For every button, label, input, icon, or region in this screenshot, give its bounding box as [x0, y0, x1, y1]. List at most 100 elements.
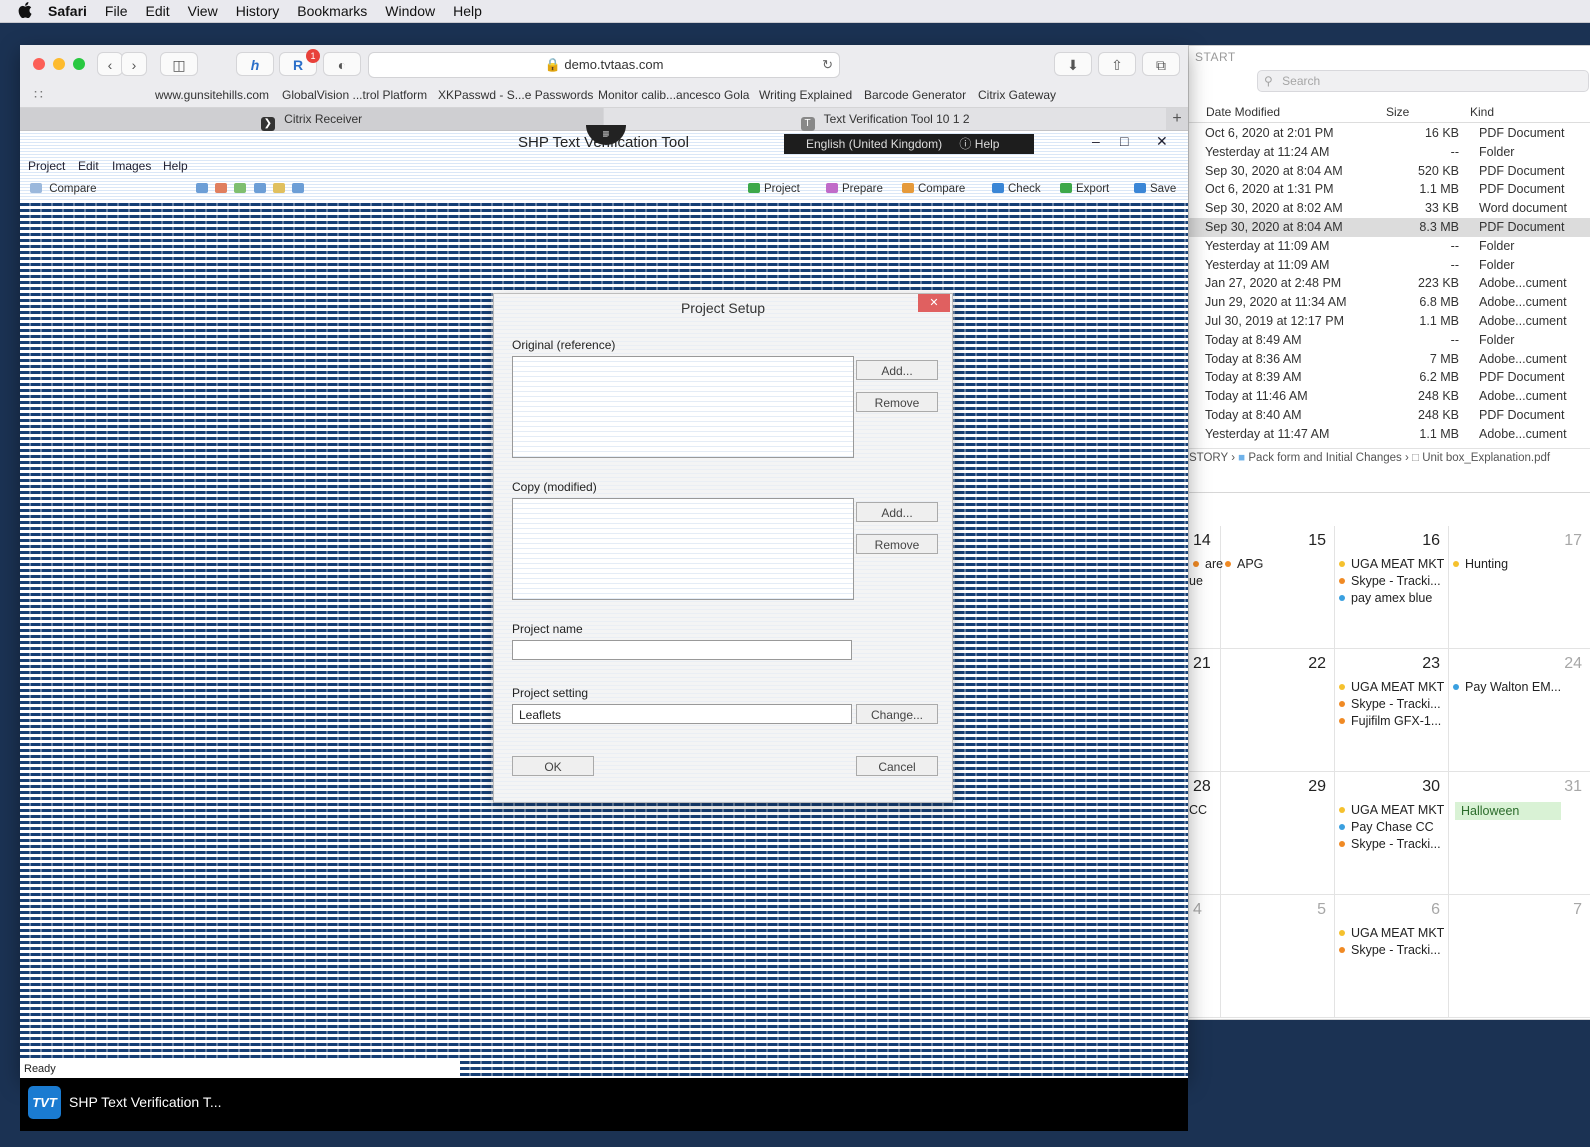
- sidebar-button[interactable]: ◫: [160, 52, 198, 76]
- copy-file-list[interactable]: [512, 498, 854, 600]
- calendar-day-cell[interactable]: 24 Pay Walton EM...: [1449, 649, 1590, 772]
- finder-search-field[interactable]: ⚲ Search: [1257, 70, 1589, 92]
- calendar-event[interactable]: are: [1193, 557, 1223, 571]
- share-button[interactable]: ⇧: [1098, 52, 1136, 76]
- calendar-event[interactable]: CC: [1189, 803, 1207, 817]
- calendar-day-cell[interactable]: 7: [1449, 895, 1590, 1018]
- finder-row[interactable]: Today at 8:36 AM 7 MB Adobe...cument: [1189, 350, 1590, 369]
- finder-row[interactable]: Yesterday at 11:47 AM 1.1 MB Adobe...cumen…: [1189, 425, 1590, 444]
- menu-view[interactable]: View: [188, 3, 218, 19]
- app-menu-images[interactable]: Images: [112, 159, 151, 173]
- toolbar-check[interactable]: Check: [992, 183, 1041, 195]
- privacy-report-button[interactable]: ◐: [323, 52, 361, 76]
- menu-file[interactable]: File: [105, 3, 128, 19]
- apple-menu-icon[interactable]: [18, 1, 34, 21]
- cancel-button[interactable]: Cancel: [856, 756, 938, 776]
- calendar-holiday[interactable]: Halloween: [1455, 802, 1561, 820]
- calendar-day-cell[interactable]: 14 are ue: [1189, 526, 1223, 649]
- original-add-button[interactable]: Add...: [856, 360, 938, 380]
- calendar-day-cell[interactable]: 16 UGA MEAT MKT Skype - Tracki... pay amex …: [1335, 526, 1449, 649]
- calendar-day-cell[interactable]: 15 APG: [1221, 526, 1335, 649]
- calendar-event[interactable]: UGA MEAT MKT: [1339, 926, 1444, 940]
- calendar-event[interactable]: pay amex blue: [1339, 591, 1432, 605]
- help-link[interactable]: Help: [975, 137, 1000, 151]
- calendar-day-cell[interactable]: 22: [1221, 649, 1335, 772]
- copy-add-button[interactable]: Add...: [856, 502, 938, 522]
- finder-row[interactable]: Oct 6, 2020 at 1:31 PM 1.1 MB PDF Document: [1189, 180, 1590, 199]
- calendar-day-cell[interactable]: 28 CC: [1189, 772, 1221, 895]
- toolbar-project[interactable]: Project: [748, 183, 800, 195]
- path-item[interactable]: Pack form and Initial Changes: [1248, 452, 1401, 464]
- taskbar-app-name[interactable]: SHP Text Verification T...: [69, 1094, 222, 1110]
- menu-window[interactable]: Window: [385, 3, 435, 19]
- ok-button[interactable]: OK: [512, 756, 594, 776]
- toolbar-compare[interactable]: Compare: [902, 183, 965, 195]
- calendar-day-cell[interactable]: 31 Halloween: [1449, 772, 1590, 895]
- original-remove-button[interactable]: Remove: [856, 392, 938, 412]
- maximize-app-icon[interactable]: □: [1120, 133, 1128, 149]
- finder-row[interactable]: Today at 11:46 AM 248 KB Adobe...cument: [1189, 387, 1590, 406]
- menu-bookmarks[interactable]: Bookmarks: [297, 3, 367, 19]
- finder-row[interactable]: Today at 8:39 AM 6.2 MB PDF Document: [1189, 368, 1590, 387]
- toolbar-save[interactable]: Save: [1134, 183, 1176, 195]
- original-file-list[interactable]: [512, 356, 854, 458]
- calendar-event[interactable]: Skype - Tracki...: [1339, 574, 1441, 588]
- finder-row[interactable]: Sep 30, 2020 at 8:02 AM 33 KB Word documen…: [1189, 199, 1590, 218]
- calendar-event[interactable]: Skype - Tracki...: [1339, 837, 1441, 851]
- calendar-event[interactable]: UGA MEAT MKT: [1339, 680, 1444, 694]
- calendar-day-cell[interactable]: 17 Hunting: [1449, 526, 1590, 649]
- finder-row[interactable]: Jan 27, 2020 at 2:48 PM 223 KB Adobe...cum…: [1189, 274, 1590, 293]
- favorite-link[interactable]: Barcode Generator: [864, 88, 966, 102]
- calendar-day-cell[interactable]: 5: [1221, 895, 1335, 1018]
- forward-button[interactable]: ›: [121, 52, 147, 76]
- calendar-event[interactable]: UGA MEAT MKT: [1339, 557, 1444, 571]
- calendar-event[interactable]: Pay Walton EM...: [1453, 680, 1561, 694]
- app-menu-edit[interactable]: Edit: [78, 159, 99, 173]
- favorite-link[interactable]: Citrix Gateway: [978, 88, 1056, 102]
- tvt-logo-icon[interactable]: TVT: [28, 1086, 61, 1119]
- menu-safari[interactable]: Safari: [48, 3, 87, 19]
- new-tab-button[interactable]: +: [1166, 108, 1188, 130]
- path-item[interactable]: Unit box_Explanation.pdf: [1422, 452, 1550, 464]
- finder-row[interactable]: Jun 29, 2020 at 11:34 AM 6.8 MB Adobe...cu…: [1189, 293, 1590, 312]
- finder-row[interactable]: Today at 8:40 AM 248 KB PDF Document: [1189, 406, 1590, 425]
- calendar-event[interactable]: Pay Chase CC: [1339, 820, 1434, 834]
- favorite-link[interactable]: GlobalVision ...trol Platform: [282, 88, 427, 102]
- column-date-modified[interactable]: Date Modified: [1206, 105, 1280, 119]
- column-kind[interactable]: Kind: [1470, 105, 1494, 119]
- minimize-app-icon[interactable]: –: [1092, 133, 1100, 149]
- favorite-link[interactable]: Monitor calib...ancesco Gola: [598, 88, 749, 102]
- close-app-icon[interactable]: ✕: [1156, 133, 1168, 150]
- back-button[interactable]: ‹: [97, 52, 123, 76]
- language-selector[interactable]: English (United Kingdom) ⓘ Help: [784, 134, 1034, 154]
- calendar-day-cell[interactable]: 29: [1221, 772, 1335, 895]
- finder-row[interactable]: Yesterday at 11:09 AM -- Folder: [1189, 256, 1590, 275]
- reload-icon[interactable]: ↻: [822, 53, 833, 77]
- finder-row[interactable]: Today at 8:49 AM -- Folder: [1189, 331, 1590, 350]
- calendar-event[interactable]: UGA MEAT MKT: [1339, 803, 1444, 817]
- copy-remove-button[interactable]: Remove: [856, 534, 938, 554]
- finder-row[interactable]: Sep 30, 2020 at 8:04 AM 520 KB PDF Documen…: [1189, 162, 1590, 181]
- menu-edit[interactable]: Edit: [145, 3, 169, 19]
- app-menu-help[interactable]: Help: [163, 159, 188, 173]
- finder-row[interactable]: Jul 30, 2019 at 12:17 PM 1.1 MB Adobe...cu…: [1189, 312, 1590, 331]
- tab-overview-button[interactable]: ⧉: [1142, 52, 1180, 76]
- grid-icon[interactable]: ∷: [34, 86, 43, 103]
- dialog-close-button[interactable]: ✕: [918, 294, 950, 312]
- calendar-day-cell[interactable]: 23 UGA MEAT MKT Skype - Tracki... Fujifilm …: [1335, 649, 1449, 772]
- calendar-event[interactable]: Hunting: [1453, 557, 1508, 571]
- finder-row[interactable]: Yesterday at 11:24 AM -- Folder: [1189, 143, 1590, 162]
- minimize-window-button[interactable]: [53, 58, 65, 70]
- downloads-button[interactable]: ⬇: [1054, 52, 1092, 76]
- favorite-link[interactable]: Writing Explained: [759, 88, 852, 102]
- calendar-event[interactable]: Skype - Tracki...: [1339, 697, 1441, 711]
- favorite-link[interactable]: XKPasswd - S...e Passwords: [438, 88, 593, 102]
- app-menu-project[interactable]: Project: [28, 159, 65, 173]
- calendar-event[interactable]: ue: [1189, 574, 1203, 588]
- favorite-link[interactable]: www.gunsitehills.com: [155, 88, 269, 102]
- path-item[interactable]: STORY: [1189, 452, 1228, 464]
- calendar-day-cell[interactable]: 21: [1189, 649, 1221, 772]
- calendar-event[interactable]: APG: [1225, 557, 1263, 571]
- menu-history[interactable]: History: [236, 3, 280, 19]
- toolbar-export[interactable]: Export: [1060, 183, 1109, 195]
